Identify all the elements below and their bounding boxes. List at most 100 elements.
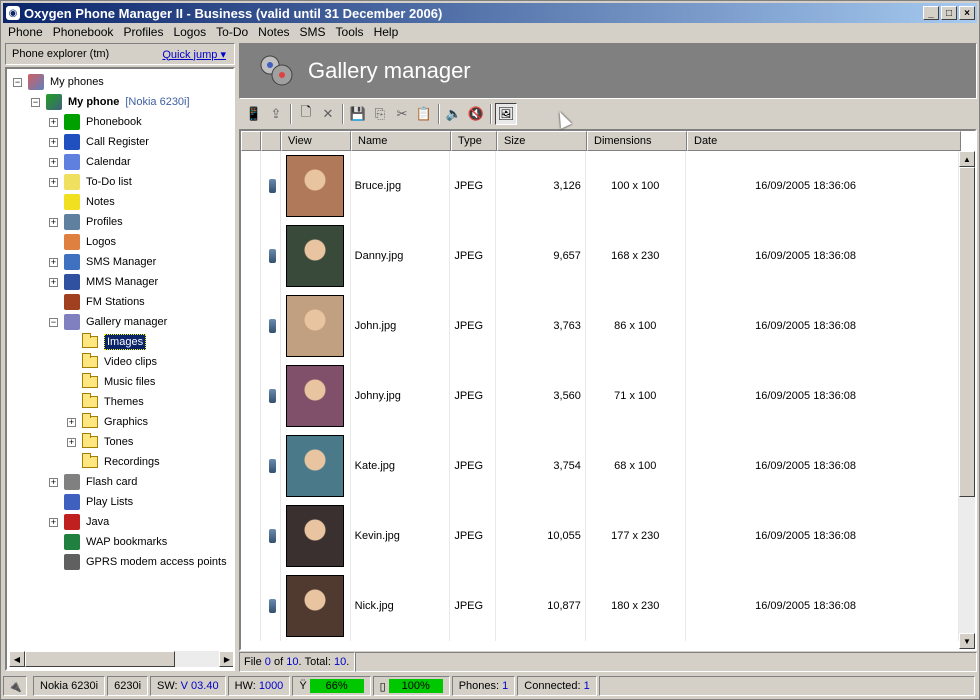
expand-toggle[interactable]: + [49, 137, 58, 147]
thumbnail-image[interactable] [286, 505, 345, 567]
menu-tools[interactable]: Tools [331, 25, 369, 39]
new-file-icon[interactable]: 🗋 [295, 103, 317, 125]
phone-upload-icon[interactable]: ⇪ [265, 103, 287, 125]
tree-node[interactable]: + Tones [67, 433, 133, 451]
preview-image-icon[interactable]: 🖼 [495, 103, 517, 125]
save-icon[interactable]: 💾 [347, 103, 369, 125]
file-dimensions-cell: 100 x 100 [586, 151, 686, 221]
menu-phone[interactable]: Phone [3, 25, 48, 39]
tree-label: Video clips [104, 356, 157, 368]
thumbnail-image[interactable] [286, 225, 345, 287]
tree-node[interactable]: FM Stations [49, 293, 145, 311]
expand-toggle[interactable]: + [49, 277, 58, 287]
collapse-toggle[interactable]: − [31, 97, 40, 107]
scroll-thumb[interactable] [959, 167, 975, 497]
expand-toggle[interactable]: + [49, 477, 58, 487]
scroll-right-arrow-icon[interactable]: ▶ [219, 651, 233, 667]
column-header-icon[interactable] [261, 131, 281, 151]
tree-node[interactable]: + To-Do list [49, 173, 132, 191]
title-bar[interactable]: ◉ Oxygen Phone Manager II - Business (va… [3, 3, 977, 23]
column-header-type[interactable]: Type [451, 131, 497, 151]
maximize-button[interactable]: □ [941, 6, 957, 20]
tree-node[interactable]: + Calendar [49, 153, 131, 171]
menu-phonebook[interactable]: Phonebook [48, 25, 119, 39]
file-list-vertical-scrollbar[interactable]: ▲ ▼ [959, 151, 975, 649]
collapse-toggle[interactable]: − [49, 317, 58, 327]
tree-node[interactable]: Play Lists [49, 493, 133, 511]
quick-jump-link[interactable]: Quick jump ▾ [162, 48, 226, 61]
phone-download-icon[interactable]: 📱 [243, 103, 265, 125]
table-row[interactable]: Johny.jpg JPEG 3,560 71 x 100 16/09/2005 18:… [241, 361, 960, 431]
play-sound-icon[interactable]: 🔈 [443, 103, 465, 125]
thumbnail-image[interactable] [286, 155, 345, 217]
tree-node[interactable]: + Phonebook [49, 113, 142, 131]
expand-toggle[interactable]: + [49, 517, 58, 527]
gallery-file-list[interactable]: View Name Type Size Dimensions Date Bruc… [239, 129, 977, 651]
menu-help[interactable]: Help [369, 25, 404, 39]
tree-node[interactable]: WAP bookmarks [49, 533, 167, 551]
menu-todo[interactable]: To-Do [211, 25, 253, 39]
expand-toggle[interactable]: + [49, 257, 58, 267]
menu-profiles[interactable]: Profiles [118, 25, 168, 39]
table-row[interactable]: Danny.jpg JPEG 9,657 168 x 230 16/09/2005 18… [241, 221, 960, 291]
column-header-marker[interactable] [241, 131, 261, 151]
mute-sound-icon[interactable]: 🔇 [465, 103, 487, 125]
paste-icon[interactable]: 📋 [413, 103, 435, 125]
tree-node[interactable]: Notes [49, 193, 115, 211]
thumbnail-image[interactable] [286, 435, 345, 497]
scroll-left-arrow-icon[interactable]: ◀ [9, 651, 25, 667]
scroll-thumb[interactable] [25, 651, 175, 667]
minimize-button[interactable]: _ [923, 6, 939, 20]
tree-node[interactable]: + Flash card [49, 473, 137, 491]
column-header-view[interactable]: View [281, 131, 351, 151]
tree-node[interactable]: Themes [67, 393, 144, 411]
table-row[interactable]: John.jpg JPEG 3,763 86 x 100 16/09/2005 18:3… [241, 291, 960, 361]
delete-icon[interactable]: ✕ [317, 103, 339, 125]
scroll-down-arrow-icon[interactable]: ▼ [959, 633, 975, 649]
thumbnail-image[interactable] [286, 365, 345, 427]
expand-toggle[interactable]: + [49, 117, 58, 127]
tree-node-my-phones[interactable]: − My phones [13, 73, 104, 91]
tree-node[interactable]: Logos [49, 233, 116, 251]
tree-node[interactable]: − Gallery manager [49, 313, 167, 331]
menu-sms[interactable]: SMS [295, 25, 331, 39]
tree-node[interactable]: + Java [49, 513, 109, 531]
table-row[interactable]: Nick.jpg JPEG 10,877 180 x 230 16/09/2005 18… [241, 571, 960, 641]
tree-node[interactable]: Video clips [67, 353, 157, 371]
tree-node[interactable]: + Call Register [49, 133, 149, 151]
tree-node[interactable]: Music files [67, 373, 155, 391]
column-header-name[interactable]: Name [351, 131, 451, 151]
tree-node[interactable]: Images [67, 333, 147, 351]
collapse-toggle[interactable]: − [13, 77, 22, 87]
tree-node[interactable]: GPRS modem access points [49, 553, 227, 571]
table-row[interactable]: Bruce.jpg JPEG 3,126 100 x 100 16/09/2005 18… [241, 151, 960, 221]
sms-icon [64, 254, 80, 270]
tree-horizontal-scrollbar[interactable]: ◀ ▶ [9, 651, 233, 667]
tree-node[interactable]: + Profiles [49, 213, 123, 231]
table-row[interactable]: Kevin.jpg JPEG 10,055 177 x 230 16/09/2005 1… [241, 501, 960, 571]
table-row[interactable]: Kate.jpg JPEG 3,754 68 x 100 16/09/2005 18:3… [241, 431, 960, 501]
tree-node[interactable]: + SMS Manager [49, 253, 156, 271]
menu-logos[interactable]: Logos [168, 25, 211, 39]
expand-toggle[interactable]: + [49, 177, 58, 187]
close-button[interactable]: × [959, 6, 975, 20]
menu-notes[interactable]: Notes [253, 25, 294, 39]
thumbnail-image[interactable] [286, 295, 345, 357]
thumbnail-image[interactable] [286, 575, 345, 637]
scroll-up-arrow-icon[interactable]: ▲ [959, 151, 975, 167]
tree-node[interactable]: + Graphics [67, 413, 148, 431]
column-header-dimensions[interactable]: Dimensions [587, 131, 687, 151]
copy-icon[interactable]: ⎘ [369, 103, 391, 125]
cut-icon[interactable]: ✂ [391, 103, 413, 125]
expand-toggle[interactable]: + [67, 437, 76, 447]
tree-node[interactable]: Recordings [67, 453, 160, 471]
tree-node[interactable]: + MMS Manager [49, 273, 158, 291]
tree-label: Music files [104, 376, 156, 388]
expand-toggle[interactable]: + [67, 417, 76, 427]
expand-toggle[interactable]: + [49, 157, 58, 167]
phone-tree[interactable]: − My phones − My phone [Nokia 6230i] + Ph… [5, 67, 235, 671]
expand-toggle[interactable]: + [49, 217, 58, 227]
column-header-size[interactable]: Size [497, 131, 587, 151]
column-header-date[interactable]: Date [687, 131, 961, 151]
tree-node-my-phone[interactable]: − My phone [Nokia 6230i] [31, 93, 190, 111]
